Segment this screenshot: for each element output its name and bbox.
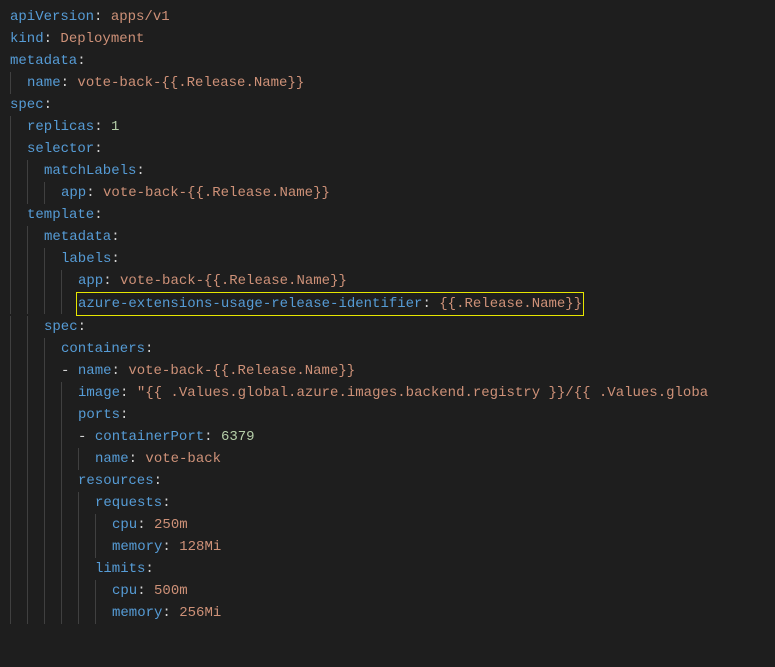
yaml-value: 128Mi (179, 539, 221, 555)
code-line: name: vote-back-{{.Release.Name}} (10, 72, 775, 94)
code-line: app: vote-back-{{.Release.Name}} (10, 182, 775, 204)
code-line: memory: 256Mi (10, 602, 775, 624)
yaml-key: image (78, 385, 120, 401)
yaml-value: vote-back (145, 451, 221, 467)
yaml-value: apps/v1 (111, 9, 170, 25)
code-line: image: "{{ .Values.global.azure.images.b… (10, 382, 775, 404)
highlight-box: azure-extensions-usage-release-identifie… (76, 292, 584, 316)
yaml-key: replicas (27, 119, 94, 135)
yaml-dash: - (61, 363, 69, 379)
code-editor[interactable]: apiVersion: apps/v1 kind: Deployment met… (10, 6, 775, 624)
code-line: ports: (10, 404, 775, 426)
code-line: cpu: 250m (10, 514, 775, 536)
yaml-key: app (61, 185, 86, 201)
yaml-key: ports (78, 407, 120, 423)
code-line: spec: (10, 94, 775, 116)
yaml-key: cpu (112, 583, 137, 599)
code-line: matchLabels: (10, 160, 775, 182)
code-line: cpu: 500m (10, 580, 775, 602)
yaml-key: containers (61, 341, 145, 357)
code-line: template: (10, 204, 775, 226)
yaml-value: 1 (111, 119, 119, 135)
yaml-key: template (27, 207, 94, 223)
yaml-dash: - (78, 429, 86, 445)
yaml-value: Deployment (60, 31, 144, 47)
code-line: requests: (10, 492, 775, 514)
code-line: selector: (10, 138, 775, 160)
yaml-key: azure-extensions-usage-release-identifie… (78, 296, 422, 312)
code-line-highlighted: azure-extensions-usage-release-identifie… (10, 292, 775, 316)
code-line: metadata: (10, 50, 775, 72)
yaml-key: cpu (112, 517, 137, 533)
yaml-value: vote-back-{{.Release.Name}} (77, 75, 304, 91)
yaml-value: "{{ .Values.global.azure.images.backend.… (137, 385, 708, 401)
yaml-key: metadata (44, 229, 111, 245)
yaml-key: containerPort (95, 429, 204, 445)
yaml-key: spec (44, 319, 78, 335)
code-line: limits: (10, 558, 775, 580)
yaml-key: metadata (10, 53, 77, 69)
yaml-value: 256Mi (179, 605, 221, 621)
code-line: memory: 128Mi (10, 536, 775, 558)
code-line: name: vote-back (10, 448, 775, 470)
code-line: labels: (10, 248, 775, 270)
yaml-value: vote-back-{{.Release.Name}} (128, 363, 355, 379)
code-line: -containerPort: 6379 (10, 426, 775, 448)
yaml-key: kind (10, 31, 44, 47)
yaml-key: name (78, 363, 112, 379)
code-line: replicas: 1 (10, 116, 775, 138)
code-line: kind: Deployment (10, 28, 775, 50)
yaml-key: limits (95, 561, 145, 577)
yaml-key: memory (112, 539, 162, 555)
yaml-value: vote-back-{{.Release.Name}} (103, 185, 330, 201)
code-line: app: vote-back-{{.Release.Name}} (10, 270, 775, 292)
yaml-key: apiVersion (10, 9, 94, 25)
yaml-value: 250m (154, 517, 188, 533)
code-line: metadata: (10, 226, 775, 248)
code-line: -name: vote-back-{{.Release.Name}} (10, 360, 775, 382)
code-line: resources: (10, 470, 775, 492)
code-line: containers: (10, 338, 775, 360)
yaml-key: requests (95, 495, 162, 511)
yaml-key: matchLabels (44, 163, 136, 179)
yaml-key: labels (61, 251, 111, 267)
yaml-value: {{.Release.Name}} (439, 296, 582, 312)
yaml-value: vote-back-{{.Release.Name}} (120, 273, 347, 289)
yaml-key: name (95, 451, 129, 467)
yaml-key: name (27, 75, 61, 91)
yaml-key: spec (10, 97, 44, 113)
code-line: apiVersion: apps/v1 (10, 6, 775, 28)
yaml-key: resources (78, 473, 154, 489)
yaml-key: memory (112, 605, 162, 621)
yaml-key: app (78, 273, 103, 289)
yaml-key: selector (27, 141, 94, 157)
yaml-value: 500m (154, 583, 188, 599)
code-line: spec: (10, 316, 775, 338)
yaml-value: 6379 (221, 429, 255, 445)
